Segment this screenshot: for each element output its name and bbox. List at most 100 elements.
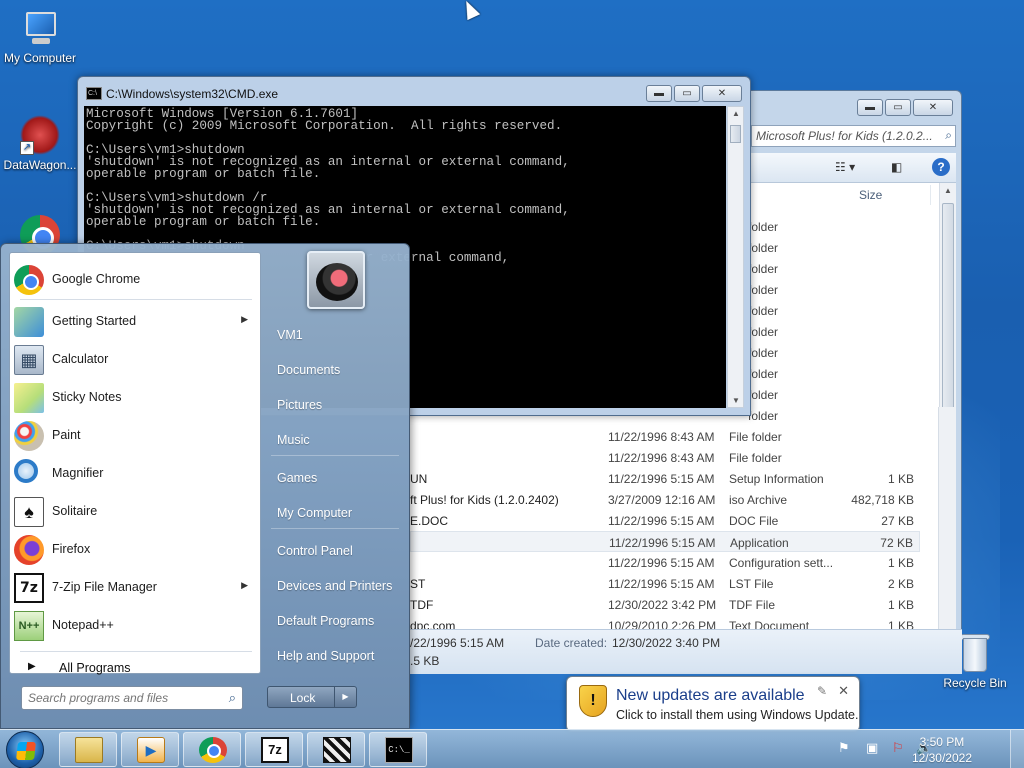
file-type: TDF File xyxy=(729,598,775,612)
maximize-button[interactable]: ▭ xyxy=(885,99,911,116)
start-menu-link[interactable]: Music xyxy=(267,425,403,455)
folder-icon xyxy=(75,737,103,763)
start-menu-link[interactable]: My Computer xyxy=(267,498,403,528)
taskbar-cmd[interactable]: C:\_ xyxy=(369,732,427,767)
help-icon[interactable]: ? xyxy=(932,158,950,176)
start-menu-item[interactable]: 7z 7-Zip File Manager ▶ xyxy=(10,570,260,606)
scrollbar-thumb[interactable] xyxy=(730,125,741,143)
taskbar-explorer[interactable] xyxy=(59,732,117,767)
file-size: 1 KB xyxy=(887,472,914,486)
file-name: UN xyxy=(410,472,428,486)
start-menu-item-label: Notepad++ xyxy=(52,618,114,632)
close-icon[interactable]: ✕ xyxy=(838,683,849,699)
start-menu-link[interactable]: Control Panel xyxy=(267,536,403,566)
windows-update-icon[interactable]: ⚑ xyxy=(838,740,850,756)
file-type: File folder xyxy=(729,430,782,444)
vertical-scrollbar-lower[interactable] xyxy=(938,407,955,629)
options-icon[interactable]: ✎ xyxy=(817,684,827,698)
file-type: folder xyxy=(748,409,779,423)
file-type: folder xyxy=(748,388,779,402)
lock-button[interactable]: Lock ▶ xyxy=(267,686,357,708)
start-menu-item[interactable]: Calculator xyxy=(10,342,260,378)
file-row[interactable]: UN 11/22/1996 5:15 AM Setup Information 1 K… xyxy=(410,468,920,489)
start-menu-item-label: Getting Started xyxy=(52,314,137,328)
file-size: 482,718 KB xyxy=(851,493,914,507)
minimize-button[interactable]: ▬ xyxy=(857,99,883,116)
all-programs-button[interactable]: ▶ All Programs xyxy=(18,657,258,679)
close-button[interactable]: ✕ xyxy=(913,99,953,116)
start-menu-item[interactable]: Google Chrome xyxy=(10,262,260,298)
file-row[interactable]: 11/22/1996 5:15 AM Application 72 KB xyxy=(410,531,920,552)
start-menu-link[interactable]: Pictures xyxy=(267,390,403,420)
search-icon[interactable]: ⌕ xyxy=(945,128,952,143)
scroll-down-arrow-icon[interactable]: ▼ xyxy=(732,396,740,405)
start-menu-link[interactable]: Help and Support xyxy=(267,641,403,671)
column-header-size[interactable]: Size xyxy=(851,185,931,205)
taskbar-7zip[interactable]: 7z xyxy=(245,732,303,767)
start-menu-item[interactable]: Sticky Notes xyxy=(10,380,260,416)
notification-text: Click to install them using Windows Upda… xyxy=(616,708,859,722)
taskbar-clapper[interactable] xyxy=(307,732,365,767)
view-options-icon[interactable]: ☷ ▾ xyxy=(835,160,855,174)
file-date: 12/30/2022 3:42 PM xyxy=(608,598,717,612)
user-picture[interactable] xyxy=(307,251,365,309)
start-button[interactable] xyxy=(6,731,44,768)
scroll-up-arrow-icon[interactable]: ▲ xyxy=(944,186,952,195)
file-row[interactable]: 11/22/1996 5:15 AM Configuration sett... 1… xyxy=(410,552,920,573)
start-menu-link[interactable]: VM1 xyxy=(267,320,403,350)
address-bar[interactable]: Microsoft Plus! for Kids (1.2.0.2... ⌕ xyxy=(751,125,956,147)
file-row[interactable]: TDF 12/30/2022 3:42 PM TDF File 1 KB xyxy=(410,594,920,615)
start-menu-item[interactable]: N++ Notepad++ xyxy=(10,608,260,644)
network-icon[interactable]: ▣ xyxy=(866,740,878,756)
start-menu-link[interactable]: Games xyxy=(267,463,403,493)
file-row[interactable]: 11/22/1996 8:43 AM File folder xyxy=(410,447,920,468)
file-row[interactable]: ST 11/22/1996 5:15 AM LST File 2 KB xyxy=(410,573,920,594)
search-icon[interactable]: ⌕ xyxy=(229,690,236,706)
notepadpp-icon: N++ xyxy=(14,611,44,641)
search-input[interactable] xyxy=(28,690,218,706)
file-name: TDF xyxy=(410,598,434,612)
desktop-icon-datawagon[interactable]: ↗ DataWagon... xyxy=(0,115,80,172)
close-button[interactable]: ✕ xyxy=(702,85,742,102)
start-menu-item[interactable]: Firefox xyxy=(10,532,260,568)
clock[interactable]: 3:50 PM 12/30/2022 xyxy=(912,734,972,766)
detail-size: .5 KB xyxy=(410,654,440,668)
lock-options-arrow-icon[interactable]: ▶ xyxy=(334,687,356,707)
taskbar-chrome[interactable] xyxy=(183,732,241,767)
file-row[interactable]: ft Plus! for Kids (1.2.0.2402) 3/27/2009 … xyxy=(410,489,920,510)
desktop-icon-label: Recycle Bin xyxy=(943,676,1007,690)
file-type: folder xyxy=(748,346,779,360)
taskbar-media-player[interactable] xyxy=(121,732,179,767)
preview-pane-icon[interactable]: ◧ xyxy=(891,160,902,174)
action-center-icon[interactable]: ⚐ xyxy=(892,740,904,756)
show-desktop-button[interactable] xyxy=(1010,730,1024,768)
minimize-button[interactable]: ▬ xyxy=(646,85,672,102)
file-row[interactable]: E.DOC 11/22/1996 5:15 AM DOC File 27 KB xyxy=(410,510,920,531)
start-menu-link[interactable]: Documents xyxy=(267,355,403,385)
firefox-icon xyxy=(14,535,44,565)
cmd-scrollbar[interactable]: ▲ ▼ xyxy=(727,106,744,408)
chrome-icon xyxy=(199,737,227,763)
start-menu-item[interactable]: ♠ Solitaire xyxy=(10,494,260,530)
file-type: LST File xyxy=(729,577,774,591)
start-menu-item[interactable]: Magnifier xyxy=(10,456,260,492)
update-notification[interactable]: ! New updates are available Click to ins… xyxy=(566,676,860,732)
start-menu-item[interactable]: Getting Started ▶ xyxy=(10,304,260,340)
start-menu-item-label: Paint xyxy=(52,428,81,442)
file-type: folder xyxy=(748,283,779,297)
start-menu-link[interactable]: Default Programs xyxy=(267,606,403,636)
start-menu-link[interactable]: Devices and Printers xyxy=(267,571,403,601)
start-search-box[interactable]: ⌕ xyxy=(21,686,243,710)
desktop-icon-my-computer[interactable]: My Computer xyxy=(0,8,80,65)
file-size: 1 KB xyxy=(887,556,914,570)
file-type: folder xyxy=(748,262,779,276)
file-name: ST xyxy=(410,577,426,591)
scroll-up-arrow-icon[interactable]: ▲ xyxy=(732,109,740,118)
7zip-icon: 7z xyxy=(14,573,44,603)
file-row[interactable]: 11/22/1996 8:43 AM File folder xyxy=(410,426,920,447)
maximize-button[interactable]: ▭ xyxy=(674,85,700,102)
start-menu-item[interactable]: Paint xyxy=(10,418,260,454)
sticky-notes-icon xyxy=(14,383,44,413)
start-menu-programs-pane: Google Chrome Getting Started ▶ Calculator S… xyxy=(9,252,261,675)
getting-started-icon xyxy=(14,307,44,337)
